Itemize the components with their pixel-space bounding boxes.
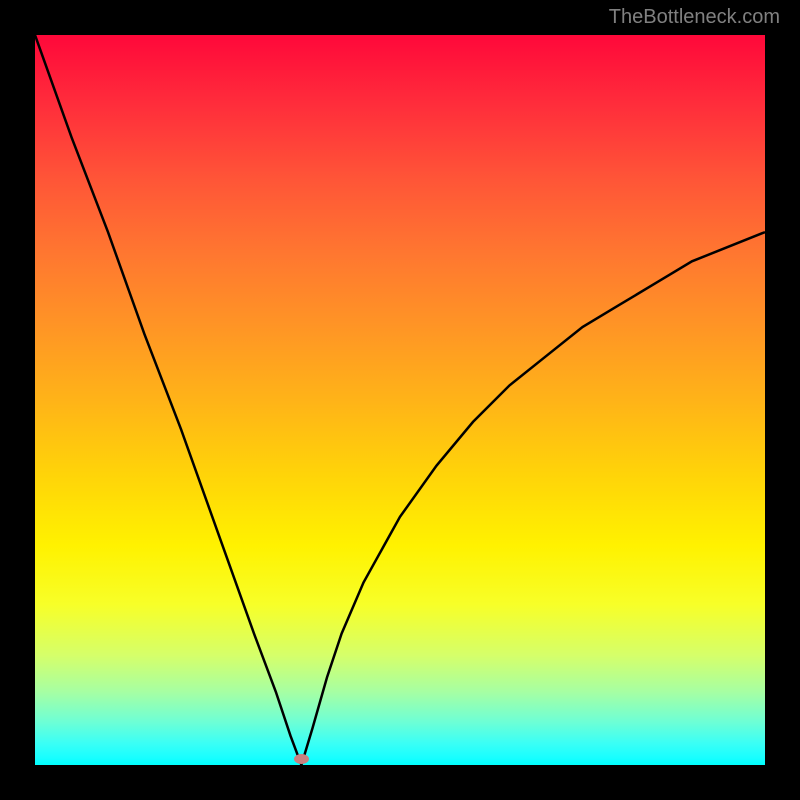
chart-frame: TheBottleneck.com bbox=[0, 0, 800, 800]
bottleneck-curve bbox=[35, 35, 765, 765]
curve-svg bbox=[35, 35, 765, 765]
watermark-text: TheBottleneck.com bbox=[609, 6, 780, 29]
plot-area bbox=[35, 35, 765, 765]
